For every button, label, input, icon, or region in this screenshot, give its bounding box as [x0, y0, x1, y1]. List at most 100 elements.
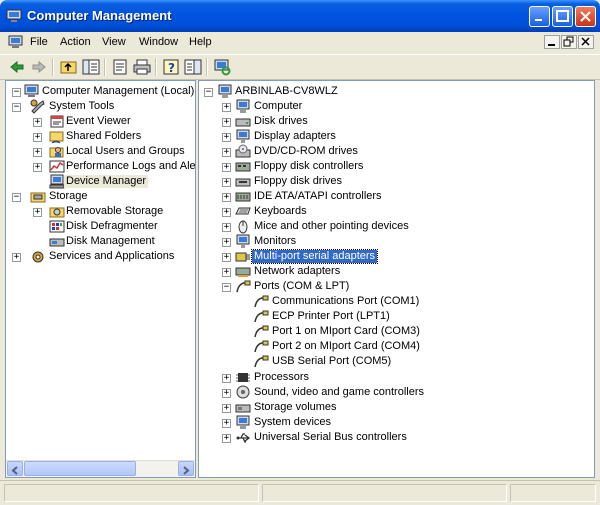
collapse-icon[interactable]: −: [204, 88, 213, 97]
device-com4[interactable]: Port 2 on MIport Card (COM4): [199, 339, 589, 354]
device-category-disk-drives[interactable]: + Disk drives: [199, 114, 589, 129]
show-tree-icon[interactable]: [82, 58, 100, 76]
device-category-usb[interactable]: + Universal Serial Bus controllers: [199, 430, 589, 445]
show-pane-icon[interactable]: [184, 58, 202, 76]
status-bar: [0, 480, 600, 505]
device-category-system-devices[interactable]: + System devices: [199, 415, 589, 430]
device-category-ports[interactable]: − Ports (COM & LPT): [199, 279, 589, 294]
menu-window[interactable]: Window: [139, 36, 178, 48]
expand-icon[interactable]: +: [33, 208, 42, 217]
device-lpt1[interactable]: ECP Printer Port (LPT1): [199, 309, 589, 324]
expand-icon[interactable]: +: [222, 208, 231, 217]
expand-icon[interactable]: +: [222, 434, 231, 443]
maximize-button[interactable]: [552, 6, 573, 27]
device-tree-pane[interactable]: − ARBINLAB-CV8WLZ + Computer + Disk driv…: [198, 80, 595, 478]
properties-icon[interactable]: [111, 58, 129, 76]
expand-icon[interactable]: +: [33, 133, 42, 142]
help-icon[interactable]: ?: [162, 58, 180, 76]
expand-icon[interactable]: +: [222, 374, 231, 383]
menu-file[interactable]: File: [30, 36, 48, 48]
device-category-keyboards[interactable]: + Keyboards: [199, 204, 589, 219]
device-com1[interactable]: Communications Port (COM1): [199, 294, 589, 309]
expand-icon[interactable]: +: [222, 253, 231, 262]
expand-icon[interactable]: +: [222, 148, 231, 157]
device-category-network-adapters[interactable]: + Network adapters: [199, 264, 589, 279]
device-category-floppy-drives[interactable]: + Floppy disk drives: [199, 174, 589, 189]
device-category-dvd-cdrom[interactable]: + DVD/CD-ROM drives: [199, 144, 589, 159]
tree-item-shared-folders[interactable]: + Shared Folders: [6, 129, 195, 144]
menu-view[interactable]: View: [102, 36, 126, 48]
device-com5[interactable]: USB Serial Port (COM5): [199, 354, 589, 369]
tree-item-services-applications[interactable]: + Services and Applications: [6, 249, 195, 264]
scroll-left-icon[interactable]: [7, 461, 23, 476]
device-category-multiport-serial[interactable]: + Multi-port serial adapters: [199, 249, 589, 264]
horizontal-scrollbar[interactable]: [6, 460, 195, 477]
tree-label: Port 2 on MIport Card (COM4): [272, 340, 420, 352]
expand-icon[interactable]: +: [222, 238, 231, 247]
expand-icon[interactable]: +: [222, 103, 231, 112]
tree-item-disk-management[interactable]: Disk Management: [6, 234, 195, 249]
tree-label: Monitors: [254, 235, 297, 247]
expand-icon[interactable]: +: [222, 133, 231, 142]
scan-hardware-icon[interactable]: [213, 58, 231, 76]
collapse-icon[interactable]: −: [12, 103, 21, 112]
close-button[interactable]: [575, 6, 596, 27]
expand-icon[interactable]: +: [222, 404, 231, 413]
device-category-floppy-controllers[interactable]: + Floppy disk controllers: [199, 159, 589, 174]
port-icon: [235, 279, 251, 294]
expand-icon[interactable]: +: [33, 148, 42, 157]
expand-icon[interactable]: +: [222, 389, 231, 398]
sound-icon: [235, 385, 251, 400]
tree-item-event-viewer[interactable]: + Event Viewer: [6, 114, 195, 129]
collapse-icon[interactable]: −: [222, 283, 231, 292]
device-category-computer[interactable]: + Computer: [199, 99, 589, 114]
menu-help[interactable]: Help: [189, 36, 212, 48]
tree-label: ARBINLAB-CV8WLZ: [235, 85, 338, 97]
expand-icon[interactable]: +: [222, 163, 231, 172]
scroll-right-icon[interactable]: [178, 461, 194, 476]
expand-icon[interactable]: +: [222, 178, 231, 187]
tree-item-system-tools[interactable]: − System Tools: [6, 99, 195, 114]
device-category-processors[interactable]: + Processors: [199, 370, 589, 385]
device-category-monitors[interactable]: + Monitors: [199, 234, 589, 249]
device-category-mice[interactable]: + Mice and other pointing devices: [199, 219, 589, 234]
tree-item-computer-management[interactable]: − Computer Management (Local): [6, 84, 195, 99]
device-category-sound[interactable]: + Sound, video and game controllers: [199, 385, 589, 400]
title-bar[interactable]: Computer Management: [0, 0, 600, 32]
tree-label: ECP Printer Port (LPT1): [272, 310, 390, 322]
expand-icon[interactable]: +: [222, 223, 231, 232]
console-tree-pane[interactable]: − Computer Management (Local) − System T…: [5, 80, 196, 478]
tree-item-performance-logs[interactable]: + Performance Logs and Alerts: [6, 159, 195, 174]
expand-icon[interactable]: +: [33, 118, 42, 127]
tree-item-local-users[interactable]: + Local Users and Groups: [6, 144, 195, 159]
device-category-ide[interactable]: + IDE ATA/ATAPI controllers: [199, 189, 589, 204]
minimize-button[interactable]: [529, 6, 550, 27]
collapse-icon[interactable]: −: [12, 193, 21, 202]
device-category-display-adapters[interactable]: + Display adapters: [199, 129, 589, 144]
expand-icon[interactable]: +: [222, 118, 231, 127]
child-minimize-button[interactable]: [544, 35, 560, 49]
menu-action[interactable]: Action: [60, 36, 91, 48]
tree-item-device-manager[interactable]: Device Manager: [6, 174, 195, 189]
tree-label: Computer Management (Local): [42, 85, 195, 97]
child-restore-button[interactable]: [561, 35, 577, 49]
up-folder-icon[interactable]: [60, 58, 78, 76]
tree-item-removable-storage[interactable]: + Removable Storage: [6, 204, 195, 219]
forward-icon[interactable]: [30, 58, 48, 76]
device-com3[interactable]: Port 1 on MIport Card (COM3): [199, 324, 589, 339]
back-icon[interactable]: [8, 58, 26, 76]
scroll-thumb[interactable]: [24, 461, 136, 476]
expand-icon[interactable]: +: [33, 163, 42, 172]
tree-item-storage[interactable]: − Storage: [6, 189, 195, 204]
child-close-button[interactable]: [578, 35, 594, 49]
device-category-storage-volumes[interactable]: + Storage volumes: [199, 400, 589, 415]
expand-icon[interactable]: +: [222, 419, 231, 428]
collapse-icon[interactable]: −: [12, 88, 21, 97]
expand-icon[interactable]: +: [222, 268, 231, 277]
print-icon[interactable]: [133, 58, 151, 76]
mmc-document-icon[interactable]: [8, 35, 23, 49]
expand-icon[interactable]: +: [222, 193, 231, 202]
tree-item-disk-defragmenter[interactable]: Disk Defragmenter: [6, 219, 195, 234]
device-root-computer[interactable]: − ARBINLAB-CV8WLZ: [199, 84, 589, 99]
expand-icon[interactable]: +: [12, 253, 21, 262]
